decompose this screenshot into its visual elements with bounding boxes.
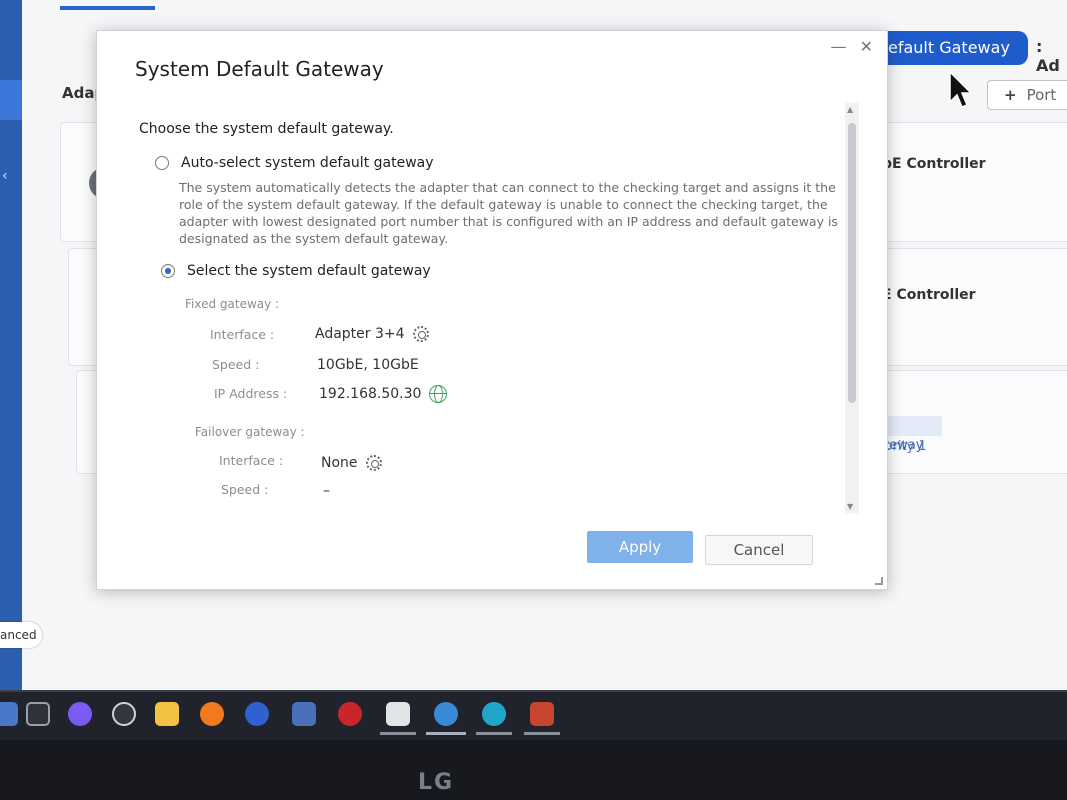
dialog-window-controls[interactable]: — ✕: [831, 37, 878, 56]
manual-select-option[interactable]: Select the system default gateway: [161, 263, 431, 279]
fixed-interface-gear-icon[interactable]: [412, 326, 429, 342]
fixed-ip-label: IP Address :: [214, 386, 288, 401]
dialog-title: System Default Gateway: [135, 57, 384, 81]
archive-icon[interactable]: [530, 702, 554, 726]
failover-interface-gear-icon[interactable]: [365, 455, 382, 471]
messenger-icon[interactable]: [68, 702, 92, 726]
dialog-body: Choose the system default gateway. Auto-…: [97, 97, 865, 517]
scroll-thumb[interactable]: [848, 123, 856, 403]
fixed-speed-label: Speed :: [212, 357, 260, 372]
auto-select-option[interactable]: Auto-select system default gateway: [155, 155, 434, 171]
fixed-interface-label: Interface :: [210, 327, 275, 342]
auto-select-radio[interactable]: [155, 156, 169, 170]
fixed-ip-text: 192.168.50.30: [319, 386, 422, 402]
controller-label-1: bE Controller: [882, 156, 986, 172]
failover-interface-label: Interface :: [219, 453, 284, 468]
failover-gateway-heading: Failover gateway :: [195, 425, 305, 439]
advanced-button[interactable]: anced: [0, 622, 42, 648]
dialog-scrollbar[interactable]: ▲ ▼: [845, 103, 859, 513]
network-icon[interactable]: [434, 702, 458, 726]
manual-select-label: Select the system default gateway: [187, 263, 431, 279]
system-default-gateway-button[interactable]: efault Gateway: [880, 31, 1028, 65]
port-button-label: Port: [1026, 86, 1057, 104]
chevron-left-icon[interactable]: ‹: [2, 168, 8, 184]
failover-speed-label: Speed :: [221, 482, 269, 497]
fixed-gateway-heading: Fixed gateway :: [185, 297, 280, 311]
scroll-down-arrow-icon[interactable]: ▼: [847, 502, 853, 511]
menu-highlight[interactable]: [0, 80, 22, 120]
fixed-ip-value: 192.168.50.30: [319, 385, 448, 403]
fixed-speed-value: 10GbE, 10GbE: [317, 357, 419, 373]
screen: ‹ Adap E E efault Gateway : Ad +Port bE …: [0, 0, 1067, 690]
apply-button[interactable]: Apply: [587, 531, 693, 563]
monitor-bezel: [0, 740, 1067, 800]
file-explorer-icon[interactable]: [155, 702, 179, 726]
app-blue-icon[interactable]: [245, 702, 269, 726]
plus-icon: +: [1004, 86, 1017, 104]
active-app-indicator: [524, 732, 560, 735]
firefox-icon[interactable]: [200, 702, 224, 726]
app-slate-icon[interactable]: [292, 702, 316, 726]
search-app-icon[interactable]: [482, 702, 506, 726]
auto-select-description: The system automatically detects the ada…: [179, 180, 838, 246]
speedometer-icon[interactable]: [112, 702, 136, 726]
terminal-icon[interactable]: [26, 702, 50, 726]
failover-speed-value: –: [323, 483, 330, 499]
active-app-indicator: [380, 732, 416, 735]
failover-interface-text: None: [321, 455, 358, 471]
dialog-intro: Choose the system default gateway.: [139, 121, 394, 137]
active-app-indicator: [426, 732, 466, 735]
active-app-indicator: [476, 732, 512, 735]
header-extra-text: : Ad: [1036, 37, 1060, 75]
failover-interface-value: None: [321, 455, 382, 471]
monitor-brand-logo: LG: [418, 770, 455, 795]
manual-select-radio[interactable]: [161, 264, 175, 278]
cancel-button[interactable]: Cancel: [705, 535, 813, 565]
add-port-button[interactable]: + Port: [987, 80, 1067, 110]
scroll-up-arrow-icon[interactable]: ▲: [847, 105, 853, 114]
auto-select-label: Auto-select system default gateway: [181, 155, 434, 171]
globe-icon: [429, 385, 448, 403]
resize-handle-icon[interactable]: [875, 577, 883, 585]
fixed-interface-value: Adapter 3+4: [315, 326, 429, 342]
active-tab-indicator: [60, 6, 155, 10]
mouse-cursor-icon: [949, 70, 973, 108]
system-default-gateway-dialog: System Default Gateway — ✕ Choose the sy…: [96, 30, 888, 590]
start-icon[interactable]: [0, 702, 18, 726]
taskbar: [0, 690, 1067, 740]
main-menu-strip: ‹: [0, 0, 22, 690]
app-red-icon[interactable]: [338, 702, 362, 726]
app-document-icon[interactable]: [386, 702, 410, 726]
fixed-interface-text: Adapter 3+4: [315, 326, 405, 342]
